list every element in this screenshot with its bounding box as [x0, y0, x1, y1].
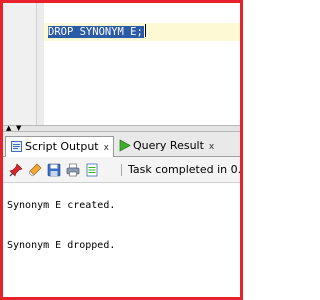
- tab-query-result[interactable]: Query Result x: [114, 136, 218, 157]
- collapse-down-icon[interactable]: ▼: [16, 124, 21, 132]
- drop-synonym-keyword: DROP SYNONYM: [48, 26, 124, 38]
- close-icon[interactable]: x: [209, 142, 214, 152]
- output-line: Synonym E created.: [7, 200, 116, 211]
- editor-margin: [37, 3, 44, 125]
- output-toolbar: Task completed in 0.2: [3, 157, 240, 183]
- toolbar-separator: [121, 164, 122, 176]
- script-output-icon: [11, 141, 22, 152]
- export-icon[interactable]: [85, 163, 99, 177]
- tab-script-output[interactable]: Script Output x: [5, 136, 114, 157]
- eraser-icon[interactable]: [28, 163, 42, 177]
- text-caret: [144, 24, 146, 37]
- line-gutter: [3, 3, 37, 125]
- tab-query-result-label: Query Result: [133, 139, 204, 152]
- output-tab-bar: Script Output x Query Result x: [3, 132, 240, 157]
- code-line[interactable]: DROP SYNONYM E;: [48, 24, 146, 40]
- collapse-up-icon[interactable]: ▲: [6, 124, 11, 132]
- task-status-text: Task completed in 0.2: [128, 163, 240, 176]
- script-output-area[interactable]: Synonym E created. Synonym E dropped.: [3, 183, 240, 297]
- close-icon[interactable]: x: [104, 143, 109, 153]
- panel-splitter[interactable]: ▲ ▼: [3, 124, 240, 132]
- output-line: Synonym E dropped.: [7, 240, 116, 251]
- run-arrow-icon: [119, 139, 131, 152]
- synonym-name-text: E;: [123, 26, 143, 38]
- pin-icon[interactable]: [9, 163, 23, 177]
- print-icon[interactable]: [66, 163, 80, 177]
- save-icon[interactable]: [47, 163, 61, 177]
- tab-script-output-label: Script Output: [25, 140, 99, 153]
- sql-editor[interactable]: DROP SYNONYM E;: [3, 3, 240, 125]
